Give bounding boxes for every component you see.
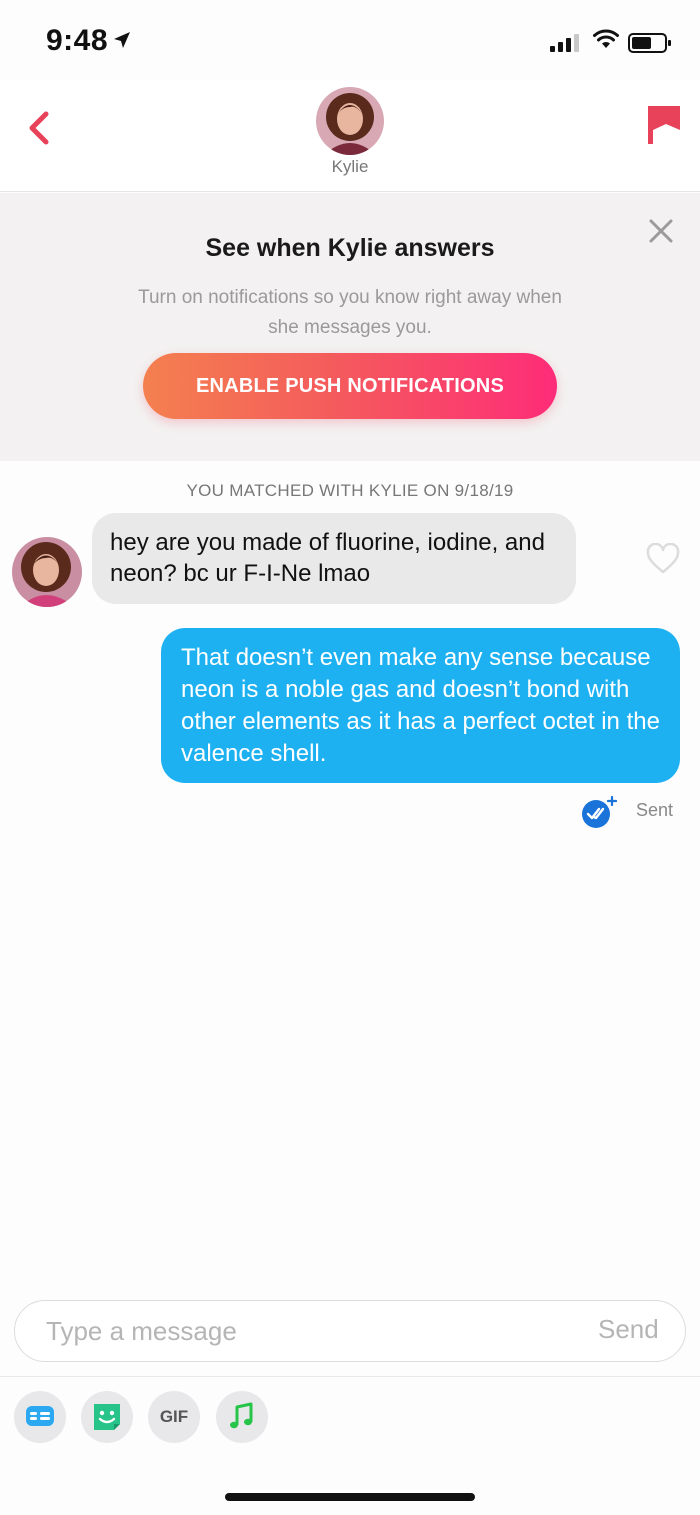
outgoing-message: That doesn’t even make any sense because… <box>161 628 680 783</box>
contact-card-button[interactable] <box>14 1391 66 1443</box>
banner-text: Turn on notifications so you know right … <box>138 287 562 338</box>
sticker-icon <box>94 1404 120 1430</box>
message-avatar[interactable] <box>12 537 82 607</box>
gif-label: GIF <box>159 1407 189 1426</box>
contact-name: Kylie <box>331 157 369 176</box>
toolbar-divider <box>0 1376 700 1377</box>
status-time: 9:48 <box>46 24 109 57</box>
battery-icon <box>628 33 671 53</box>
gif-button[interactable]: GIF <box>148 1391 200 1443</box>
flag-icon[interactable] <box>644 102 684 148</box>
contact-card-icon <box>26 1406 54 1426</box>
sticker-button[interactable] <box>81 1391 133 1443</box>
header-avatar[interactable] <box>316 87 384 155</box>
wifi-icon <box>593 29 619 48</box>
heart-icon[interactable] <box>646 543 680 575</box>
message-input[interactable] <box>46 1312 516 1350</box>
incoming-message: hey are you made of fluorine, iodine, an… <box>92 513 576 604</box>
location-arrow-icon <box>114 32 130 48</box>
read-receipt-icon <box>582 795 617 828</box>
enable-push-notifications-button[interactable]: ENABLE PUSH NOTIFICATIONS <box>143 353 557 419</box>
home-indicator <box>225 1493 475 1501</box>
match-date-label: YOU MATCHED WITH KYLIE ON 9/18/19 <box>186 481 514 500</box>
music-icon <box>230 1402 253 1429</box>
back-icon[interactable] <box>20 108 60 148</box>
music-button[interactable] <box>216 1391 268 1443</box>
message-status: Sent <box>636 800 674 820</box>
cellular-signal-icon <box>550 34 579 52</box>
banner-title: See when Kylie answers <box>205 234 495 262</box>
send-button[interactable]: Send <box>598 1314 659 1345</box>
